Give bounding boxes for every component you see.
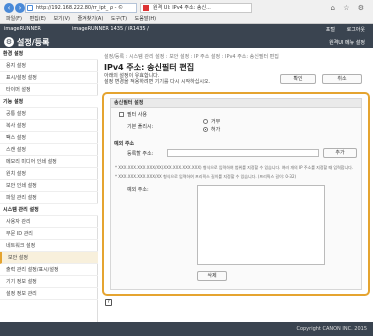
portal-link[interactable]: 포털 (326, 27, 335, 33)
note-range: * XXX.XXX.XXX.XXX/XX(XXX.XXX.XXX.XXX) 형식… (115, 165, 354, 170)
page-title: IPv4 주소: 송신필터 편집 (104, 63, 195, 72)
browser-tab[interactable]: 원격 UI: IPv4 주소: 송신... (140, 3, 252, 13)
browser-toolbar-icons[interactable]: ⌂ ☆ ⚙ (331, 4, 367, 12)
default-policy-label: 기본 폴리시: (127, 124, 154, 130)
sidebar-item-device-info[interactable]: 기기 정보 설정 (0, 276, 98, 288)
footer: Copyright CANON INC. 2015 (0, 322, 373, 336)
sidebar-item-media-print[interactable]: 메모리 미디어 인쇄 설정 (0, 156, 98, 168)
sidebar-item-dept-id[interactable]: 부문 ID 관리 (0, 228, 98, 240)
sidebar-head-system: 시스템 관리 설정 (0, 204, 98, 216)
copyright: Copyright CANON INC. 2015 (296, 326, 367, 332)
settings-panel-inner: 송신필터 설정 필터 사용 기본 폴리시: 거부 허가 예외 주소 등록할 주소… (110, 98, 362, 290)
note-prefix: * XXX.XXX.XXX.XXX/XX 형식으로 입력하여 프리픽스 길이를 … (115, 174, 297, 179)
sidebar-item-timer[interactable]: 타이머 설정 (0, 84, 98, 96)
device-model: imageRUNNER 1435 / iR1435 / (72, 26, 149, 32)
address-bar[interactable]: http://192.168.222.80/rr_ipt_ ρ - © (25, 3, 137, 13)
sidebar-item-file[interactable]: 파일 관리 설정 (0, 192, 98, 204)
menu-view[interactable]: 보기(V) (53, 16, 70, 22)
policy-allow-label: 허가 (211, 127, 221, 133)
sidebar-item-secure-print[interactable]: 보안 인쇄 설정 (0, 180, 98, 192)
brand-label: imageRUNNER (4, 26, 41, 32)
cancel-button[interactable]: 취소 (322, 74, 362, 84)
sidebar-item-display[interactable]: 표시/설정 설정 (0, 72, 98, 84)
tab-favicon-icon (143, 5, 149, 11)
browser-menu-bar: 파일(F) 편집(E) 보기(V) 즐겨찾기(A) 도구(T) 도움말(H) (6, 15, 162, 22)
sidebar-item-copy[interactable]: 복사 설정 (0, 120, 98, 132)
menu-tools[interactable]: 도구(T) (111, 16, 127, 22)
sidebar: 환경 설정 용지 설정 표시/설정 설정 타이머 설정 기능 설정 공통 설정 … (0, 48, 98, 322)
delete-button[interactable]: 삭제 (197, 271, 227, 281)
back-icon[interactable]: ‹ (4, 3, 14, 13)
policy-deny-label: 거부 (211, 119, 221, 125)
browser-chrome: ‹ › http://192.168.222.80/rr_ipt_ ρ - © … (0, 0, 373, 24)
settings-panel: 송신필터 설정 필터 사용 기본 폴리시: 거부 허가 예외 주소 등록할 주소… (102, 92, 370, 296)
help-icon[interactable]: ? (105, 299, 112, 306)
logout-link[interactable]: 로그아웃 (347, 27, 365, 33)
gear-icon: ⚙ (4, 37, 14, 47)
sidebar-item-network[interactable]: 네트워크 설정 (0, 240, 98, 252)
breadcrumb: 설정/등록 : 시스템 관리 설정 : 보안 설정 : IP 주소 설정 : I… (104, 54, 279, 60)
forward-icon[interactable]: › (15, 3, 25, 13)
sidebar-item-common[interactable]: 공통 설정 (0, 108, 98, 120)
header-links: 포털 로그아웃 (316, 26, 365, 33)
sidebar-item-security[interactable]: 보안 설정 (0, 252, 98, 264)
sidebar-item-scan[interactable]: 스캔 설정 (0, 144, 98, 156)
section-title: 설정/등록 (17, 38, 50, 47)
user-info[interactable]: 원격UI 메뉴 설정 (329, 39, 365, 46)
use-filter-checkbox[interactable] (119, 112, 124, 117)
sidebar-item-output[interactable]: 출력 관리 설정/표시/설정 (0, 264, 98, 276)
filter-section-header: 송신필터 설정 (111, 99, 361, 108)
page-description: 아래의 설정이 유효합니다. 설정 변경을 적용하려면 기기를 다시 시작하십시… (104, 73, 210, 85)
menu-file[interactable]: 파일(F) (6, 16, 22, 22)
menu-help[interactable]: 도움말(H) (135, 16, 156, 22)
main-content: 설정/등록 : 시스템 관리 설정 : 보안 설정 : IP 주소 설정 : I… (98, 48, 373, 322)
sidebar-item-settings-mgmt[interactable]: 설정 정보 관리 (0, 288, 98, 300)
desc-line-2: 설정 변경을 적용하려면 기기를 다시 시작하십시오. (104, 79, 211, 85)
address-label: 등록할 주소: (127, 151, 154, 157)
app-header: imageRUNNER imageRUNNER 1435 / iR1435 / … (0, 24, 373, 48)
ok-button[interactable]: 확인 (280, 74, 316, 84)
exception-section-header: 예외 주소 (114, 141, 135, 147)
menu-edit[interactable]: 편집(E) (30, 16, 46, 22)
sidebar-item-remote[interactable]: 원치 설정 (0, 168, 98, 180)
sidebar-item-user[interactable]: 사용자 관리 (0, 216, 98, 228)
address-input[interactable] (167, 149, 319, 157)
add-button[interactable]: 추가 (323, 148, 357, 158)
policy-allow-radio[interactable] (203, 127, 208, 132)
sidebar-head-function: 기능 설정 (0, 96, 98, 108)
browser-nav-row: ‹ › http://192.168.222.80/rr_ipt_ ρ - © … (0, 2, 373, 14)
sidebar-head-env: 환경 설정 (0, 48, 98, 60)
exception-address-list[interactable] (197, 185, 325, 265)
sidebar-item-fax[interactable]: 팩스 설정 (0, 132, 98, 144)
use-filter-label: 필터 사용 (127, 112, 147, 118)
exception-list-label: 예외 주소: (127, 187, 149, 193)
page-icon (27, 5, 33, 11)
menu-favorites[interactable]: 즐겨찾기(A) (78, 16, 104, 22)
sidebar-item-paper[interactable]: 용지 설정 (0, 60, 98, 72)
policy-deny-radio[interactable] (203, 119, 208, 124)
